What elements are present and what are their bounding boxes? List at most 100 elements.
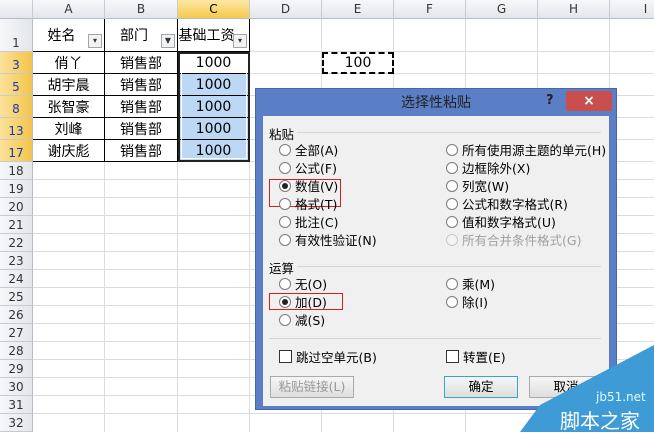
row-header-18[interactable]: 18 [0,162,33,180]
filter-dropdown-icon[interactable]: ▾ [233,34,247,48]
watermark-name: 脚本之家 [560,409,640,433]
column-header-G[interactable]: G [466,0,538,19]
table-cell[interactable]: 销售部 [105,52,178,74]
radio-option[interactable]: 公式(F) [279,158,337,177]
column-header-E[interactable]: E [322,0,394,19]
radio-option[interactable]: 加(D) [279,292,327,311]
radio-label: 除(I) [462,295,488,310]
radio-option[interactable]: 批注(C) [279,212,338,231]
ok-button[interactable]: 确定 [444,376,518,398]
table-cell[interactable]: 胡宇晨 [33,74,105,96]
radio-label: 无(O) [295,277,328,292]
close-button[interactable]: × [566,91,612,111]
column-header-H[interactable]: H [538,0,610,19]
row-header-19[interactable]: 19 [0,180,33,198]
radio-label: 加(D) [295,295,327,310]
column-header-B[interactable]: B [105,0,178,19]
header-cell[interactable]: 姓名 ▾ [33,19,105,52]
row-header-26[interactable]: 26 [0,306,33,324]
dialog-title: 选择性粘贴 [401,95,471,111]
row-header-13[interactable]: 13 [0,118,33,140]
radio-label: 格式(T) [295,197,338,212]
radio-icon [446,277,458,290]
checkbox-icon [279,350,292,363]
skip-blanks-label: 跳过空单元(B) [296,350,377,365]
row-header-17[interactable]: 17 [0,140,33,162]
radio-icon [279,143,291,156]
paste-link-button[interactable]: 粘贴链接(L) [270,376,354,398]
transpose-checkbox[interactable]: 转置(E) [446,347,506,366]
radio-label: 公式(F) [295,161,337,176]
row-header-25[interactable]: 25 [0,288,33,306]
radio-option[interactable]: 全部(A) [279,140,338,159]
row-header-27[interactable]: 27 [0,324,33,342]
row-header-8[interactable]: 8 [0,96,33,118]
header-label: 部门 [120,28,148,44]
radio-icon [446,161,458,174]
selection-range [178,52,250,162]
select-all-corner[interactable] [0,0,33,19]
table-cell[interactable]: 销售部 [105,96,178,118]
row-header-22[interactable]: 22 [0,234,33,252]
row-header-20[interactable]: 20 [0,198,33,216]
row-header-28[interactable]: 28 [0,342,33,360]
column-header-C[interactable]: C [178,0,250,19]
radio-icon [446,143,458,156]
divider [269,338,601,339]
row-header-3[interactable]: 3 [0,52,33,74]
transpose-label: 转置(E) [463,350,506,365]
column-header-D[interactable]: D [250,0,322,19]
radio-icon [279,295,291,308]
radio-option[interactable]: 值和数字格式(U) [446,212,556,231]
row-header-21[interactable]: 21 [0,216,33,234]
copied-cell[interactable]: 100 [322,52,394,74]
radio-option[interactable]: 列宽(W) [446,176,509,195]
header-label: 基础工资 [178,28,235,44]
row-header-23[interactable]: 23 [0,252,33,270]
help-button[interactable]: ? [546,93,554,108]
radio-option[interactable]: 乘(M) [446,274,495,293]
radio-option[interactable]: 减(S) [279,310,325,329]
table-cell[interactable]: 张智豪 [33,96,105,118]
radio-option[interactable]: 有效性验证(N) [279,230,377,249]
radio-option[interactable]: 边框除外(X) [446,158,530,177]
table-cell[interactable]: 谢庆彪 [33,140,105,162]
radio-option[interactable]: 所有使用源主题的单元(H) [446,140,606,159]
row-header-1[interactable]: 1 [0,19,33,52]
radio-label: 边框除外(X) [462,161,531,176]
radio-option[interactable]: 无(O) [279,274,327,293]
column-header-F[interactable]: F [394,0,466,19]
radio-option[interactable]: 格式(T) [279,194,337,213]
radio-label: 公式和数字格式(R) [462,197,568,212]
table-cell[interactable]: 销售部 [105,118,178,140]
filter-active-icon[interactable]: ▼ [161,34,175,48]
table-cell[interactable]: 销售部 [105,74,178,96]
skip-blanks-checkbox[interactable]: 跳过空单元(B) [279,347,377,366]
radio-icon [446,295,458,308]
filter-dropdown-icon[interactable]: ▾ [88,34,102,48]
table-cell[interactable]: 俏丫 [33,52,105,74]
radio-icon [279,233,291,246]
radio-option[interactable]: 公式和数字格式(R) [446,194,568,213]
radio-option[interactable]: 数值(V) [279,176,338,195]
header-label: 姓名 [47,28,76,44]
table-cell[interactable]: 销售部 [105,140,178,162]
row-header-31[interactable]: 31 [0,396,33,414]
row-header-30[interactable]: 30 [0,378,33,396]
row-header-5[interactable]: 5 [0,74,33,96]
table-cell[interactable]: 刘峰 [33,118,105,140]
row-header-29[interactable]: 29 [0,360,33,378]
row-header-24[interactable]: 24 [0,270,33,288]
radio-label: 所有使用源主题的单元(H) [462,143,607,158]
radio-icon [279,215,291,228]
radio-label: 减(S) [295,313,326,328]
radio-label: 所有合并条件格式(G) [462,233,582,248]
column-header-A[interactable]: A [33,0,105,19]
header-cell[interactable]: 部门 ▼ [105,19,178,52]
header-cell[interactable]: 基础工资 ▾ [178,19,250,52]
radio-icon [446,197,458,210]
row-header-32[interactable]: 32 [0,414,33,432]
radio-label: 有效性验证(N) [295,233,377,248]
column-header-I[interactable]: I [610,0,654,19]
radio-option[interactable]: 除(I) [446,292,488,311]
